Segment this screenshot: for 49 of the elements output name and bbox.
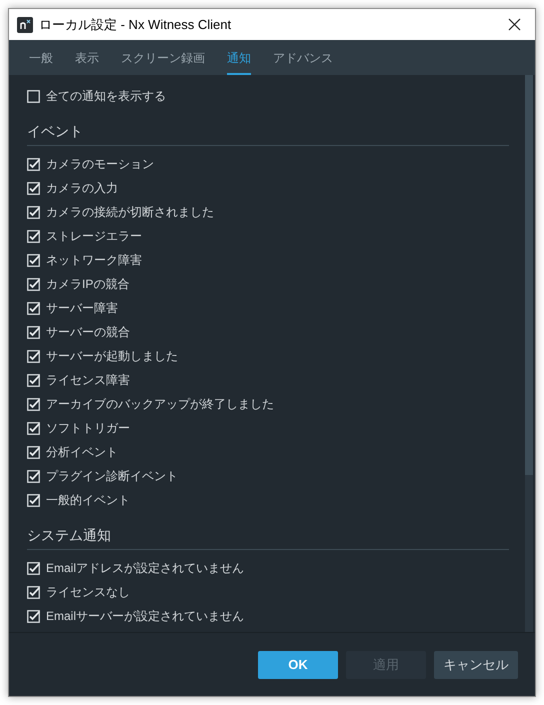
checkbox[interactable]: 全ての通知を表示する [27,84,166,108]
app-logo-icon [17,16,33,32]
checked-box-icon [27,278,40,290]
checkbox[interactable]: カメラの接続が切断されました [27,200,214,224]
checkbox[interactable]: ネットワーク障害 [27,248,142,272]
checked-box-icon [27,254,40,266]
checked-box-icon [27,374,40,386]
scrollbar-thumb[interactable] [525,75,533,475]
checked-box-icon [27,350,40,362]
checkbox[interactable]: カメラの入力 [27,176,118,200]
checkbox[interactable]: サーバーの競合 [27,320,130,344]
window-title: ローカル設定 - Nx Witness Client [39,16,232,34]
checked-box-icon [27,470,40,482]
empty-box-icon [27,90,40,102]
checkbox[interactable]: プラグイン診断イベント [27,464,178,488]
checked-box-icon [27,182,40,194]
checkbox[interactable]: ライセンス障害 [27,368,130,392]
dialog-button[interactable]: キャンセル [434,650,518,678]
tab[interactable]: アドバンス [273,40,333,75]
checked-box-icon [27,562,40,574]
checked-box-icon [27,398,40,410]
checked-box-icon [27,326,40,338]
checkbox[interactable]: アーカイブのバックアップが終了しました [27,392,274,416]
tab[interactable]: 表示 [75,40,99,75]
checked-box-icon [27,158,40,170]
checkbox[interactable]: サーバーが起動しました [27,344,178,368]
checked-box-icon [27,610,40,622]
checkbox[interactable]: ソフトトリガー [27,416,130,440]
checkbox[interactable]: ライセンスなし [27,580,130,604]
checked-box-icon [27,422,40,434]
checkbox[interactable]: カメラのモーション [27,152,154,176]
checked-box-icon [27,206,40,218]
checked-box-icon [27,586,40,598]
checkbox[interactable]: Emailアドレスが設定されていません [27,556,244,580]
tab[interactable]: 一般 [29,40,53,75]
checkbox[interactable]: ストレージエラー [27,224,142,248]
checkbox[interactable]: 分析イベント [27,440,118,464]
checkbox[interactable]: 一般的イベント [27,488,130,512]
section-heading: システム通知 [27,525,509,550]
checked-box-icon [27,446,40,458]
checkbox[interactable]: カメラIPの競合 [27,272,130,296]
checked-box-icon [27,230,40,242]
checkbox[interactable]: サーバー障害 [27,296,118,320]
checked-box-icon [27,302,40,314]
checkbox[interactable]: Emailサーバーが設定されていません [27,604,244,628]
close-icon[interactable] [508,18,521,31]
tab[interactable]: スクリーン録画 [121,40,205,75]
section-heading: イベント [27,121,509,146]
checked-box-icon [27,494,40,506]
